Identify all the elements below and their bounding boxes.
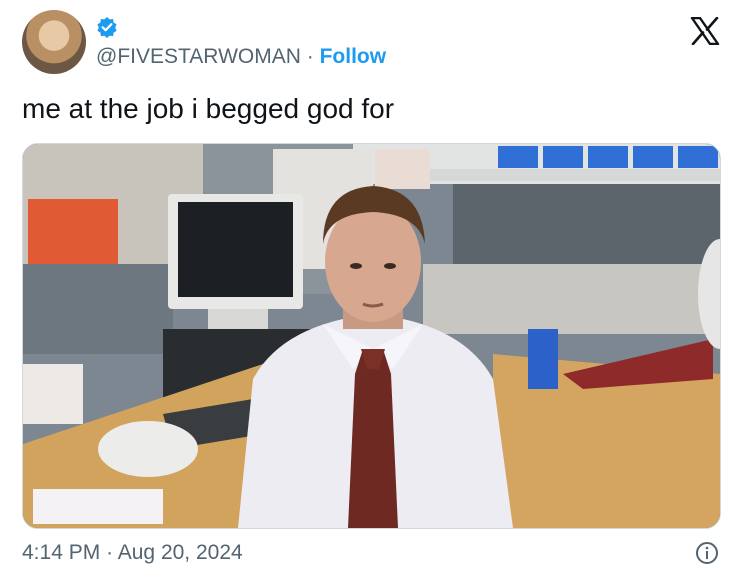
tweet-date: Aug 20, 2024 (117, 541, 243, 564)
follow-button[interactable]: Follow (320, 45, 387, 68)
x-logo-icon[interactable] (690, 17, 720, 45)
timestamp-separator: · (106, 541, 114, 564)
author-handle-row: @FIVESTARWOMAN · Follow (96, 44, 386, 70)
tweet-media-image[interactable] (22, 143, 721, 529)
handle-separator: · (306, 45, 314, 68)
tweet-time: 4:14 PM (22, 541, 101, 564)
tweet-timestamp[interactable]: 4:14 PM · Aug 20, 2024 (22, 540, 243, 566)
office-worker-photo (23, 144, 720, 528)
tweet-text: me at the job i begged god for (22, 93, 395, 124)
verified-badge-icon (97, 17, 117, 38)
info-icon[interactable] (695, 541, 719, 565)
author-avatar[interactable] (22, 10, 86, 74)
author-handle[interactable]: @FIVESTARWOMAN (96, 45, 301, 68)
